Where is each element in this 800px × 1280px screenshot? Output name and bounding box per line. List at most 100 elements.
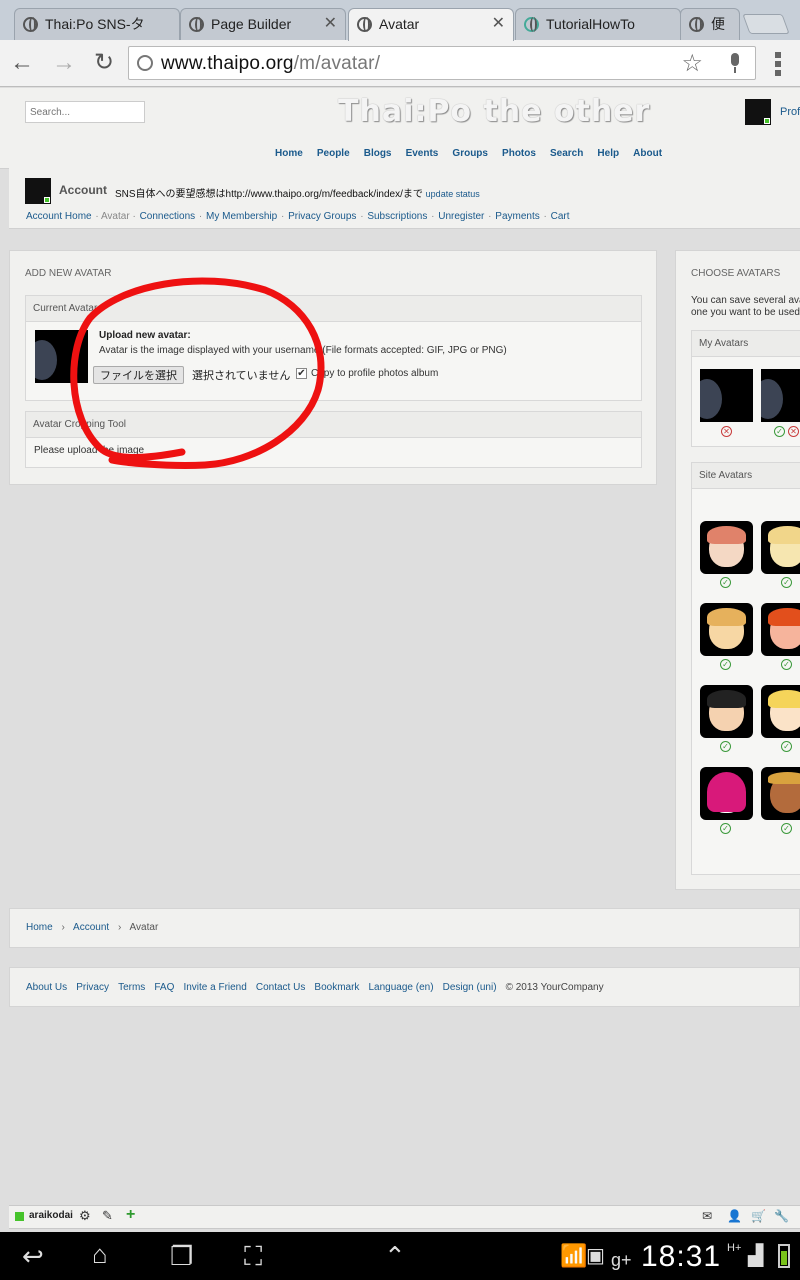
account-link-subscriptions[interactable]: Subscriptions (367, 211, 427, 222)
site-avatar-option[interactable] (700, 521, 753, 574)
copy-to-album-checkbox[interactable]: ✔ (296, 368, 307, 379)
wrench-icon[interactable]: 🔧 (774, 1209, 789, 1223)
account-title[interactable]: Account (59, 183, 107, 197)
forward-icon[interactable]: → (52, 50, 76, 76)
footer-privacy[interactable]: Privacy (76, 982, 109, 993)
nav-people[interactable]: People (317, 148, 350, 159)
my-avatar-image[interactable] (761, 369, 800, 422)
breadcrumb-home[interactable]: Home (26, 922, 53, 933)
box-header: Current Avatar (26, 296, 641, 322)
nav-search[interactable]: Search (550, 148, 583, 159)
check-icon[interactable]: ✓ (720, 577, 731, 588)
profile-link[interactable]: Profi (780, 106, 800, 118)
reload-icon[interactable]: ↻ (94, 50, 114, 76)
nav-about[interactable]: About (633, 148, 662, 159)
check-icon[interactable]: ✓ (720, 741, 731, 752)
check-icon[interactable]: ✓ (781, 659, 792, 670)
account-link-membership[interactable]: My Membership (206, 211, 277, 222)
account-link-cart[interactable]: Cart (551, 211, 570, 222)
breadcrumb-separator: › (61, 922, 65, 933)
add-avatar-panel: ADD NEW AVATAR Current Avatar Upload new… (9, 250, 657, 485)
gallery-icon: ▣ (586, 1245, 605, 1267)
box-header: My Avatars (692, 331, 800, 357)
footer-design[interactable]: Design (uni) (443, 982, 497, 993)
site-search-input[interactable] (25, 101, 145, 123)
site-avatar-option[interactable] (700, 685, 753, 738)
account-link-home[interactable]: Account Home (26, 211, 92, 222)
toolbar-username[interactable]: araikodai (29, 1210, 73, 1221)
tab-label: Page Builder (211, 16, 292, 32)
close-icon[interactable]: ✕ (324, 9, 337, 39)
footer-invite-friend[interactable]: Invite a Friend (183, 982, 246, 993)
site-avatar-option[interactable] (761, 767, 800, 820)
online-indicator (764, 118, 770, 124)
my-avatar-image[interactable] (700, 369, 753, 422)
site-avatar-option[interactable] (700, 603, 753, 656)
browser-tab-4[interactable]: TutorialHowTo (515, 8, 681, 40)
check-icon[interactable]: ✓ (774, 426, 785, 437)
account-link-privacy-groups[interactable]: Privacy Groups (288, 211, 356, 222)
close-icon[interactable]: ✕ (492, 9, 505, 39)
menu-icon[interactable] (775, 52, 781, 79)
check-icon[interactable]: ✓ (720, 659, 731, 670)
check-icon[interactable]: ✓ (720, 823, 731, 834)
address-bar[interactable]: www.thaipo.org/m/avatar/ ☆ (128, 46, 756, 80)
nav-photos[interactable]: Photos (502, 148, 536, 159)
recent-apps-icon[interactable]: ❐ (170, 1242, 193, 1270)
browser-tab-5[interactable]: 便 (680, 8, 740, 40)
update-status-link[interactable]: update status (426, 189, 480, 199)
footer-terms[interactable]: Terms (118, 982, 145, 993)
edit-icon[interactable]: ✎ (102, 1208, 113, 1224)
footer-bookmark[interactable]: Bookmark (314, 982, 359, 993)
delete-icon[interactable]: ✕ (788, 426, 799, 437)
account-link-connections[interactable]: Connections (140, 211, 196, 222)
main-nav: Home People Blogs Events Groups Photos S… (275, 147, 673, 159)
screenshot-icon[interactable]: ⛶ (244, 1242, 262, 1270)
site-avatar-option[interactable] (761, 521, 800, 574)
current-avatar-box: Current Avatar Upload new avatar: Avatar… (25, 295, 642, 401)
delete-icon[interactable]: ✕ (721, 426, 732, 437)
mail-icon[interactable]: ✉ (702, 1209, 712, 1223)
nav-home[interactable]: Home (275, 148, 303, 159)
back-icon[interactable]: ← (10, 50, 34, 76)
account-link-payments[interactable]: Payments (495, 211, 539, 222)
user-icon[interactable]: 👤 (727, 1209, 742, 1223)
copy-to-album-label: Copy to profile photos album (311, 368, 439, 379)
site-avatar-option[interactable] (761, 685, 800, 738)
nav-help[interactable]: Help (597, 148, 619, 159)
breadcrumb-account[interactable]: Account (73, 922, 109, 933)
gear-icon[interactable]: ⚙ (79, 1208, 91, 1224)
bookmark-star-icon[interactable]: ☆ (681, 49, 703, 78)
account-link-unregister[interactable]: Unregister (438, 211, 484, 222)
nav-events[interactable]: Events (406, 148, 439, 159)
nav-blogs[interactable]: Blogs (364, 148, 392, 159)
plus-icon[interactable]: + (126, 1206, 135, 1224)
site-avatar-option[interactable] (761, 603, 800, 656)
nav-groups[interactable]: Groups (452, 148, 488, 159)
site-title[interactable]: Thai:Po the other (338, 94, 650, 129)
check-icon[interactable]: ✓ (781, 741, 792, 752)
url-text[interactable]: www.thaipo.org/m/avatar/ (161, 53, 380, 75)
footer-about-us[interactable]: About Us (26, 982, 67, 993)
footer-contact-us[interactable]: Contact Us (256, 982, 305, 993)
globe-icon (689, 17, 704, 32)
site-avatar-option[interactable] (700, 767, 753, 820)
footer-language[interactable]: Language (en) (368, 982, 433, 993)
check-icon[interactable]: ✓ (781, 823, 792, 834)
choose-file-button[interactable]: ファイルを選択 (93, 366, 184, 384)
back-nav-icon[interactable]: ↩ (22, 1242, 44, 1270)
home-nav-icon[interactable]: ⌂ (92, 1240, 108, 1268)
user-avatar[interactable] (745, 99, 771, 125)
browser-tab-2[interactable]: Page Builder ✕ (180, 8, 346, 40)
menu-up-icon[interactable]: ⌃ (384, 1242, 406, 1270)
browser-tab-3[interactable]: Avatar ✕ (348, 8, 514, 41)
cart-icon[interactable]: 🛒 (751, 1209, 766, 1223)
my-avatars-box: My Avatars ✕ ✓ ✕ (691, 330, 800, 447)
new-tab-button[interactable] (742, 14, 790, 34)
check-icon[interactable]: ✓ (781, 577, 792, 588)
cropping-tool-box: Avatar Cropping Tool Please upload the i… (25, 411, 642, 468)
browser-tab-1[interactable]: Thai:Po SNS-タ (14, 8, 180, 40)
microphone-icon[interactable] (729, 53, 741, 73)
footer-faq[interactable]: FAQ (154, 982, 174, 993)
account-avatar[interactable] (25, 178, 51, 204)
